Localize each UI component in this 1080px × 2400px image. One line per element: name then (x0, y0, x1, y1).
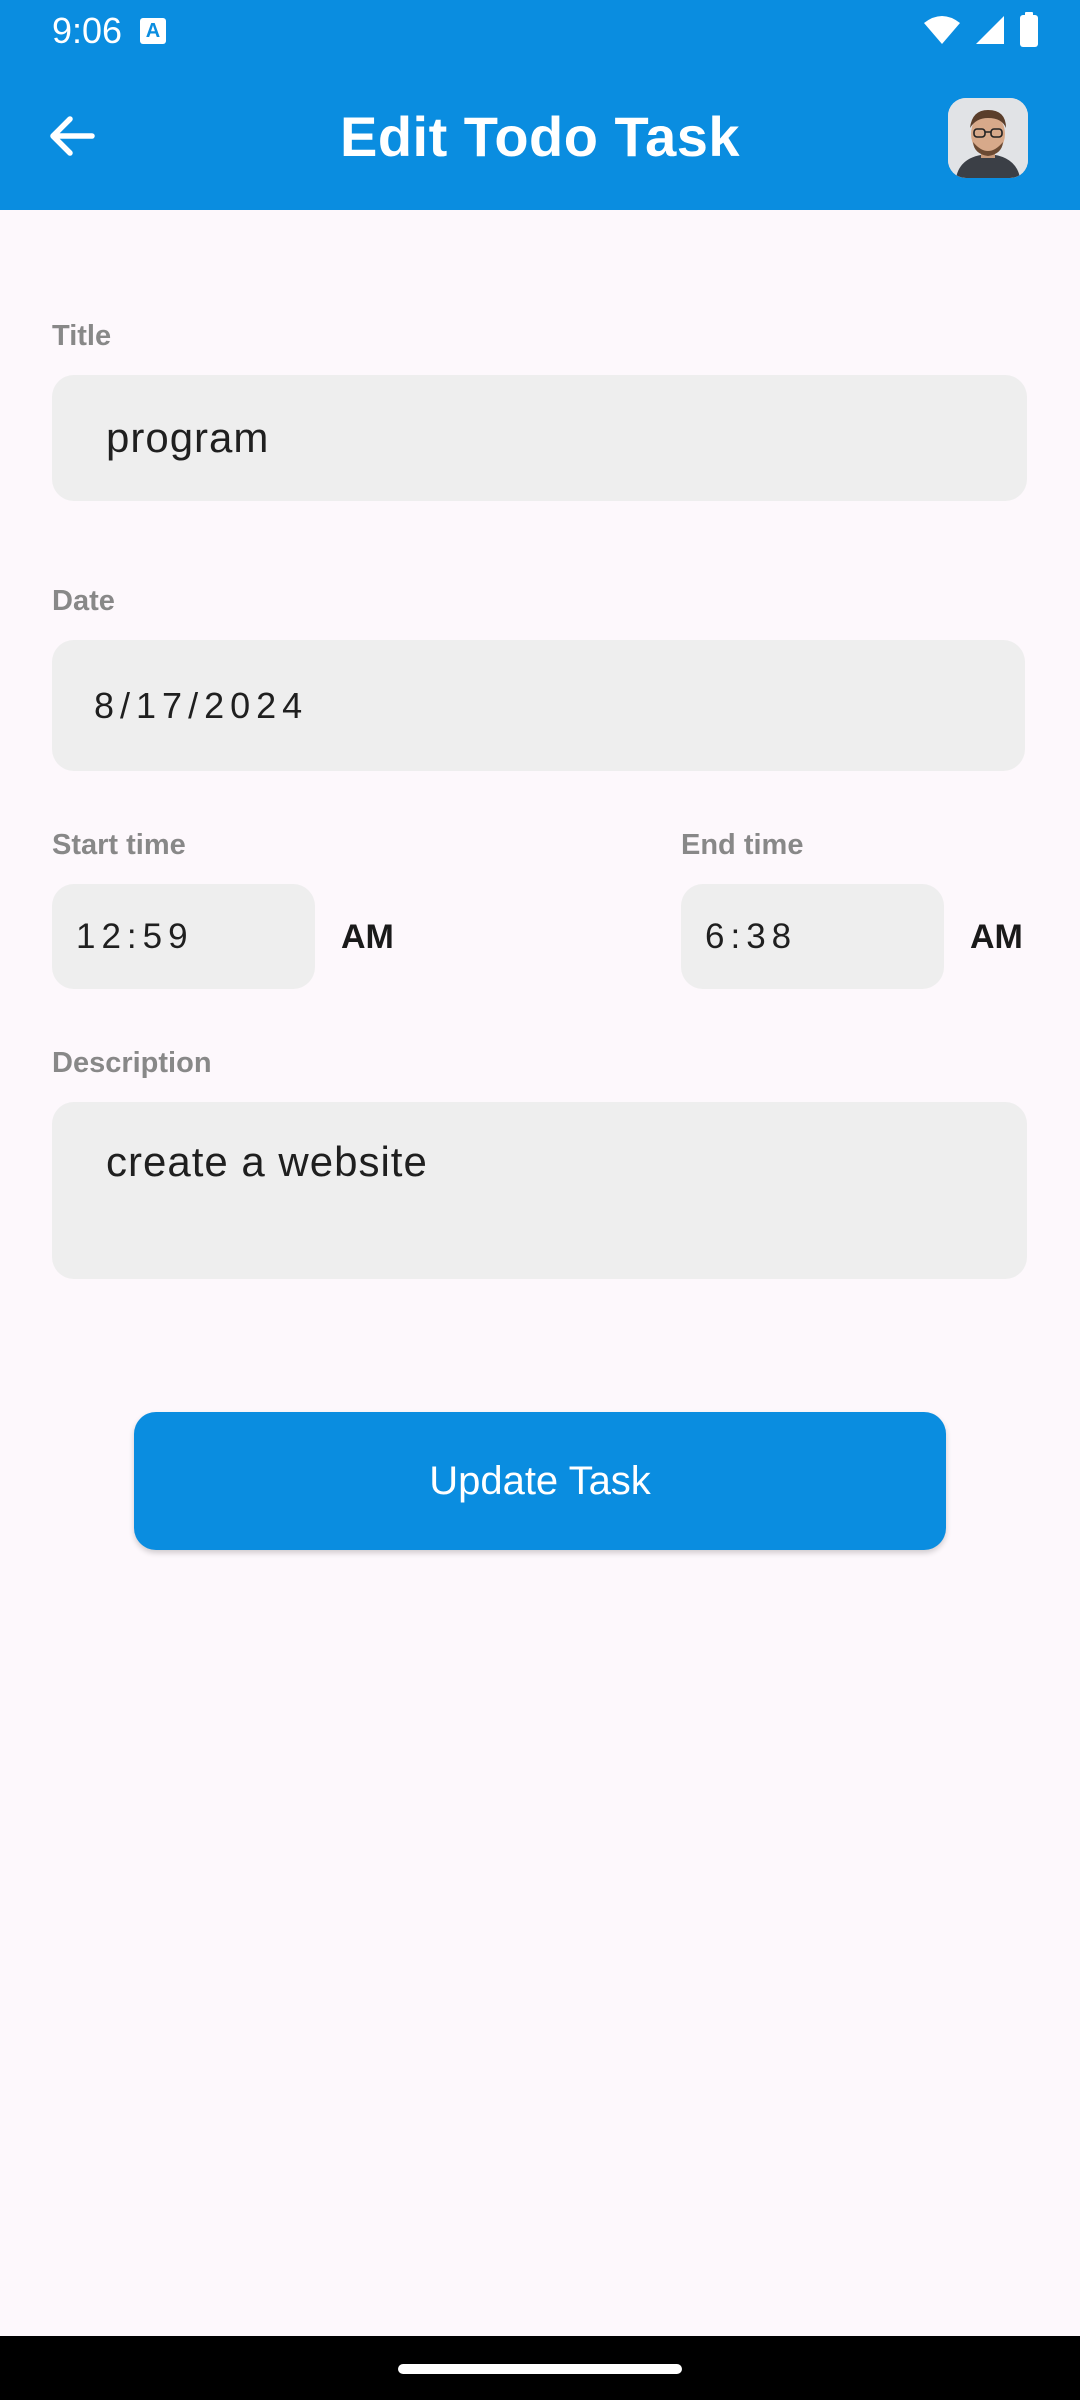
wifi-icon (924, 16, 960, 44)
description-input[interactable]: create a website (52, 1102, 1027, 1279)
title-input-value: program (106, 414, 270, 461)
title-label: Title (52, 320, 112, 352)
edit-todo-screen: 9:06 A Edit Todo Task Title program Date… (0, 0, 1080, 2400)
update-task-button[interactable]: Update Task (134, 1412, 946, 1550)
start-time-label: Start time (52, 829, 186, 861)
end-time-period[interactable]: AM (970, 918, 1023, 957)
status-icons (922, 12, 1040, 48)
status-time: 9:06 (52, 10, 123, 51)
end-time-input[interactable]: 6:38 (681, 884, 944, 989)
signal-icon (976, 16, 1004, 44)
start-time-input[interactable]: 12:59 (52, 884, 315, 989)
status-bar: 9:06 A (0, 0, 1080, 62)
start-time-period[interactable]: AM (341, 918, 394, 957)
battery-icon (1020, 12, 1038, 47)
title-input[interactable]: program (52, 375, 1027, 501)
update-task-label: Update Task (429, 1458, 651, 1503)
app-header: 9:06 A Edit Todo Task (0, 0, 1080, 210)
end-time-label: End time (681, 829, 804, 861)
date-input[interactable]: 8/17/2024 (52, 640, 1025, 771)
date-input-value: 8/17/2024 (94, 684, 309, 726)
start-time-value: 12:59 (76, 916, 194, 956)
page-title: Edit Todo Task (339, 105, 741, 168)
home-indicator[interactable] (398, 2364, 682, 2374)
description-label: Description (52, 1047, 212, 1079)
user-avatar-icon (948, 98, 1028, 178)
end-time-value: 6:38 (705, 916, 798, 956)
system-nav-bar (0, 2336, 1080, 2400)
avatar[interactable] (948, 98, 1028, 178)
keyboard-a-icon: A (140, 18, 166, 44)
date-label: Date (52, 585, 115, 617)
app-bar: Edit Todo Task (0, 62, 1080, 210)
description-input-value: create a website (106, 1138, 428, 1185)
